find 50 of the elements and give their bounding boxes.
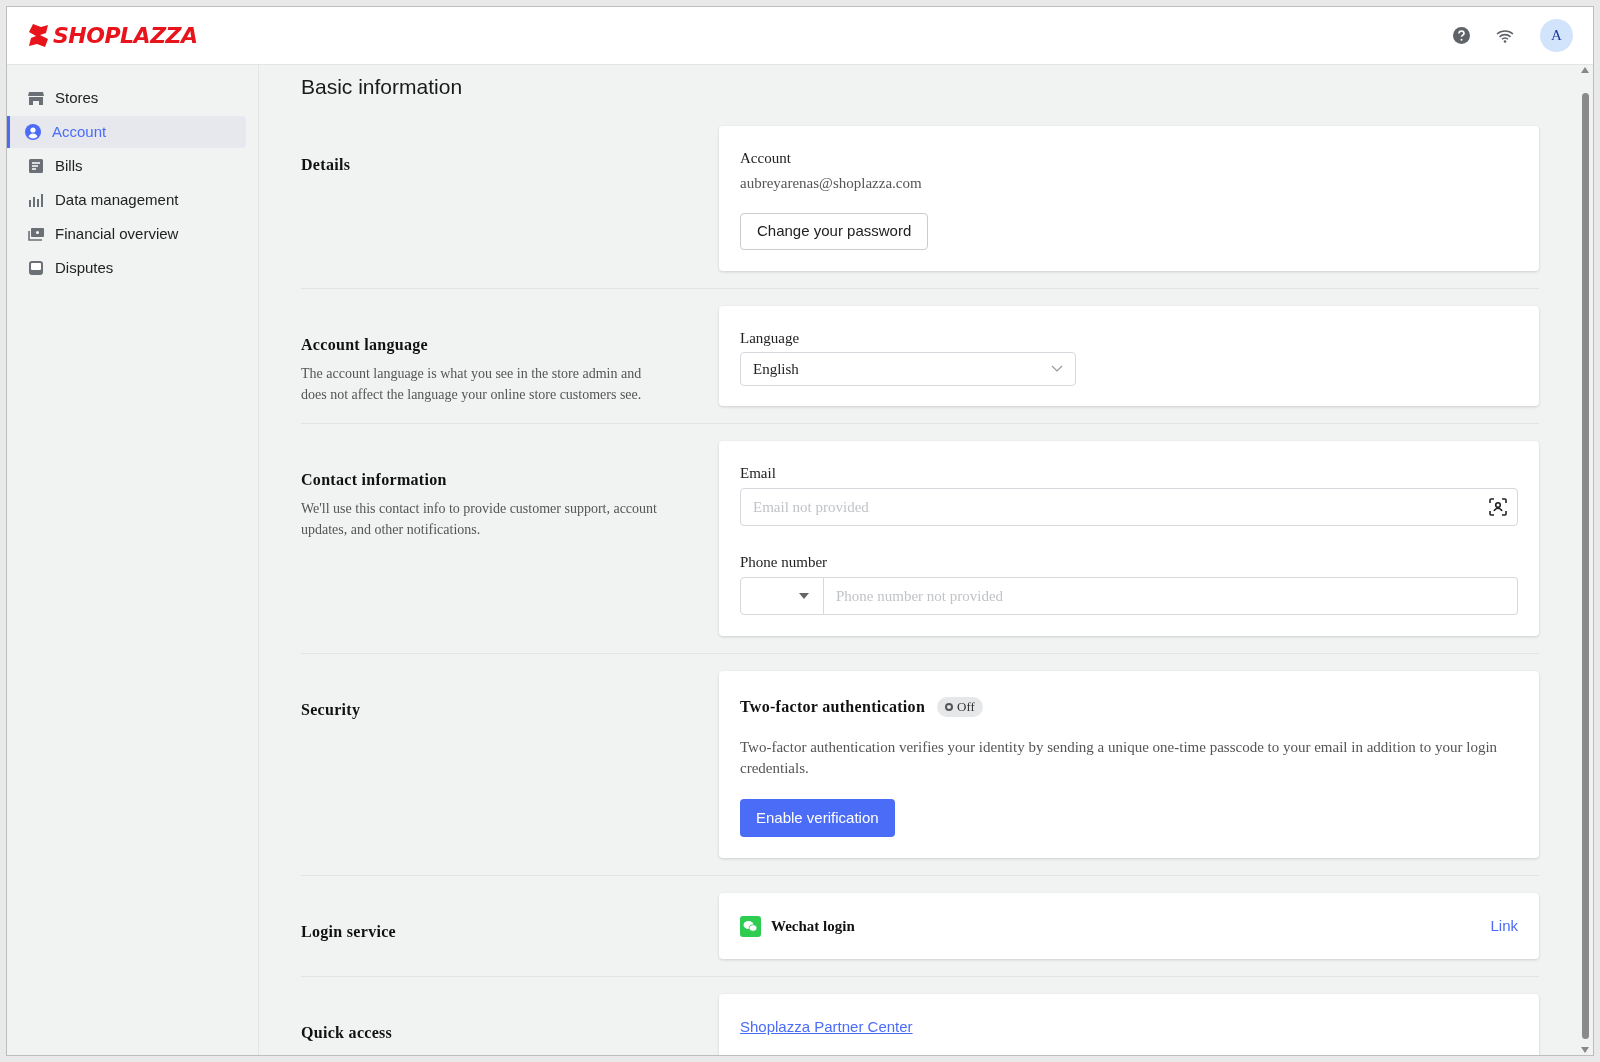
page-title: Basic information <box>301 74 464 100</box>
cash-icon <box>28 226 44 242</box>
enable-verification-button[interactable]: Enable verification <box>740 799 895 837</box>
account-email: aubreyarenas@shoplazza.com <box>740 174 923 193</box>
scrollbar-thumb[interactable] <box>1581 93 1589 1039</box>
bar-chart-icon <box>28 192 44 208</box>
sidebar-item[interactable]: Disputes <box>7 252 246 284</box>
store-icon <box>28 90 44 106</box>
sidebar-item[interactable]: Account <box>7 116 246 148</box>
sidebar-item[interactable]: Data management <box>7 184 246 216</box>
section-description: We'll use this contact info to provide customer support, account updates, and other notifications. <box>301 500 658 539</box>
section-title: Security <box>301 700 362 721</box>
section-title: Contact information <box>301 470 448 490</box>
scroll-up-icon[interactable] <box>1581 67 1589 73</box>
link-action[interactable]: Link <box>1490 914 1518 938</box>
sidebar-item[interactable]: Bills <box>7 150 246 182</box>
sidebar-item[interactable]: Financial overview <box>7 218 246 250</box>
caret-down-icon <box>799 593 809 599</box>
section-title: Quick access <box>301 1023 394 1043</box>
field-label: Account <box>740 149 792 168</box>
partner-center-link[interactable]: Shoplazza Partner Center <box>740 1016 913 1039</box>
document-icon <box>28 158 44 174</box>
two-factor-description: Two-factor authentication verifies your identity by sending a unique one-time passcode to your email in addition to your login credentials. <box>740 738 1499 778</box>
chat-bubbles-icon <box>740 915 761 937</box>
section-title: Details <box>301 155 352 175</box>
language-select[interactable]: English <box>740 352 1076 386</box>
user-icon <box>25 124 41 140</box>
inbox-icon <box>28 260 44 276</box>
change-password-button[interactable]: Change your password <box>740 213 929 250</box>
logo-mark-icon <box>27 23 49 48</box>
section-description: The account language is what you see in the store admin and does not affect the language your online store customers see. <box>301 365 643 404</box>
chevron-down-icon <box>1051 365 1063 373</box>
two-factor-heading: Two-factor authentication <box>740 697 926 717</box>
section-title: Account language <box>301 335 430 356</box>
wifi-icon[interactable] <box>1496 28 1514 43</box>
user-avatar[interactable]: A <box>1540 19 1573 52</box>
field-label: Phone number <box>740 553 829 572</box>
face-scan-icon[interactable] <box>1488 497 1508 517</box>
section-title: Login service <box>301 922 397 943</box>
scroll-down-icon[interactable] <box>1581 1047 1589 1053</box>
service-name: Wechat login <box>771 916 855 936</box>
phone-field[interactable]: Phone number not provided <box>824 577 1518 615</box>
field-label: Email <box>740 464 777 483</box>
email-field[interactable]: Email not provided <box>740 488 1518 526</box>
select-value: English <box>753 359 799 379</box>
help-icon[interactable] <box>1453 27 1470 44</box>
logo-text: SHOPLAZZA <box>53 22 198 50</box>
status-badge: Off <box>937 697 983 717</box>
sidebar-item[interactable]: Stores <box>7 82 246 114</box>
field-label: Language <box>740 329 801 348</box>
